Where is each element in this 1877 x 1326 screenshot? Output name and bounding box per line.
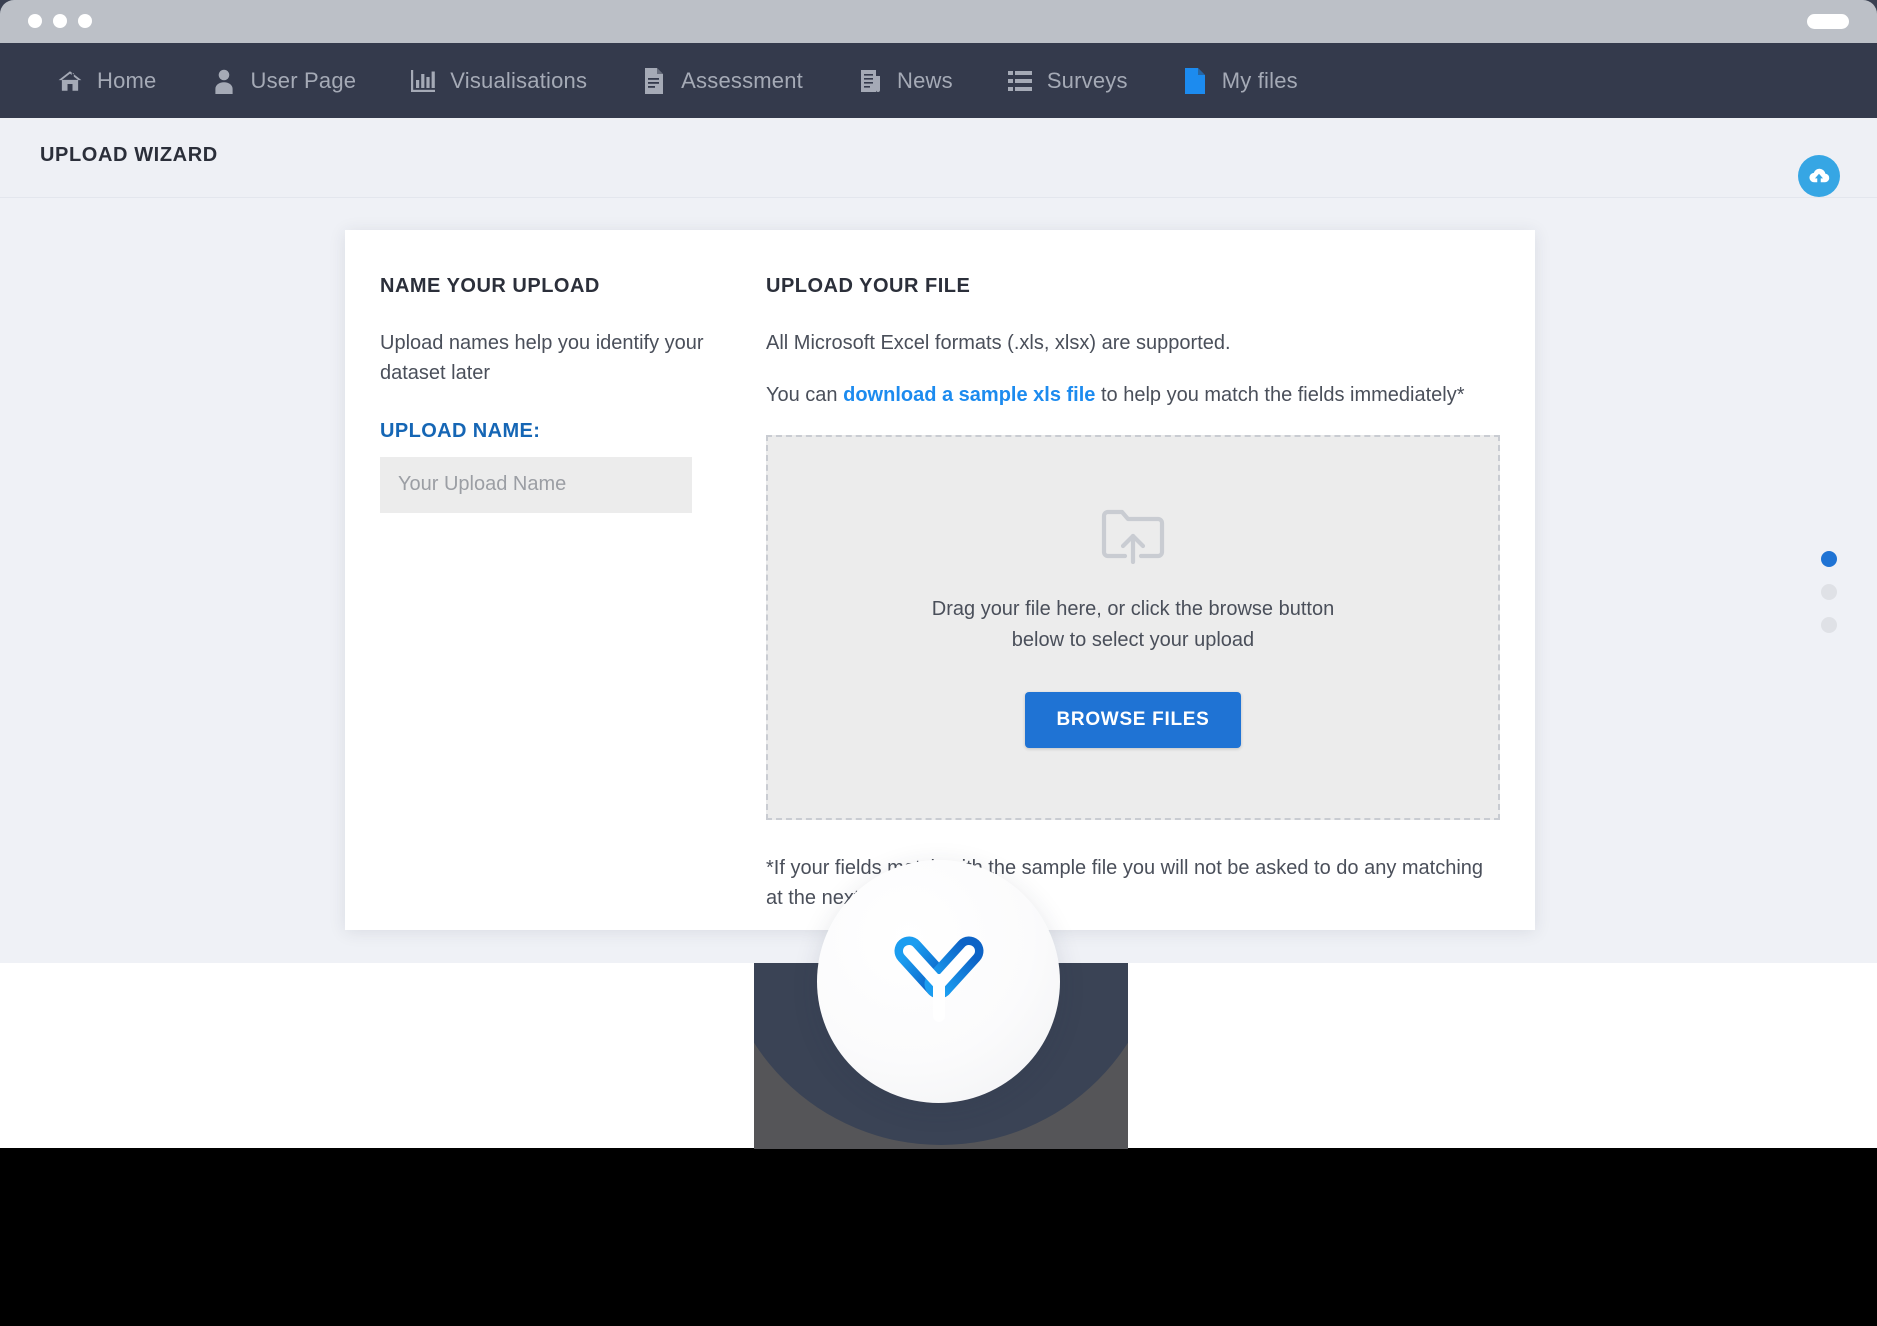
nav-label-user-page: User Page — [250, 67, 357, 93]
nav-label-assessment: Assessment — [681, 67, 803, 93]
nav-item-surveys[interactable]: Surveys — [980, 43, 1155, 118]
upload-wizard-card: NAME YOUR UPLOAD Upload names help you i… — [345, 230, 1535, 930]
y-logo-icon — [881, 924, 997, 1040]
nav-item-news[interactable]: News — [830, 43, 980, 118]
nav-label-news: News — [897, 67, 953, 93]
upload-name-input[interactable] — [380, 456, 692, 513]
window-titlebar — [0, 0, 1877, 43]
document-lines-icon — [641, 67, 667, 94]
nav-label-visualisations: Visualisations — [450, 67, 588, 93]
page-content: NAME YOUR UPLOAD Upload names help you i… — [0, 199, 1877, 963]
pager-dot-1[interactable] — [1821, 551, 1837, 567]
page-title: UPLOAD WIZARD — [40, 144, 218, 166]
screenshot-root: Home User Page Visualisations Assessment — [0, 0, 1877, 1326]
titlebar-menu-pill[interactable] — [1807, 14, 1849, 29]
list-icon — [1007, 68, 1033, 94]
nav-item-assessment[interactable]: Assessment — [614, 43, 830, 118]
bottom-letterbox — [0, 1148, 1877, 1326]
close-button-dot[interactable] — [28, 14, 42, 28]
cloud-upload-icon — [1808, 165, 1830, 187]
bar-chart-icon — [410, 68, 436, 94]
nav-label-home: Home — [97, 67, 157, 93]
nav-label-my-files: My files — [1221, 67, 1298, 93]
traffic-lights — [28, 14, 92, 28]
browse-files-button[interactable]: BROWSE FILES — [1025, 692, 1241, 749]
upload-your-file-panel: UPLOAD YOUR FILE All Microsoft Excel for… — [733, 230, 1535, 930]
nav-item-visualisations[interactable]: Visualisations — [383, 43, 614, 118]
brand-logo-badge — [817, 860, 1060, 1103]
pager-dot-3[interactable] — [1821, 617, 1837, 633]
nav-item-user-page[interactable]: User Page — [184, 43, 384, 118]
main-navigation: Home User Page Visualisations Assessment — [0, 43, 1877, 118]
dropzone-line-1: Drag your file here, or click the browse… — [931, 598, 1335, 621]
page-header-bar: UPLOAD WIZARD — [0, 118, 1877, 198]
titlebar-surface — [0, 0, 1877, 43]
wizard-step-pager — [1821, 551, 1837, 633]
left-panel-title: NAME YOUR UPLOAD — [380, 275, 600, 297]
sample-file-line: You can download a sample xls file to he… — [766, 380, 1500, 410]
user-icon — [211, 68, 237, 94]
nav-item-home[interactable]: Home — [30, 43, 184, 118]
file-icon — [1182, 67, 1208, 94]
name-your-upload-panel: NAME YOUR UPLOAD Upload names help you i… — [345, 230, 733, 930]
nav-label-surveys: Surveys — [1046, 67, 1128, 93]
supported-formats-text: All Microsoft Excel formats (.xls, xlsx)… — [766, 332, 1231, 354]
browser-window: Home User Page Visualisations Assessment — [0, 0, 1877, 963]
home-icon — [57, 68, 83, 94]
dropzone-instructions: Drag your file here, or click the browse… — [932, 594, 1334, 655]
cloud-upload-button[interactable] — [1798, 155, 1840, 197]
download-sample-xls-link[interactable]: download a sample xls file — [843, 384, 1095, 406]
sample-suffix-text: to help you match the fields immediately… — [1095, 384, 1465, 407]
upload-name-label: UPLOAD NAME: — [380, 419, 541, 442]
minimize-button-dot[interactable] — [53, 14, 67, 28]
right-panel-title: UPLOAD YOUR FILE — [766, 275, 971, 297]
folder-upload-icon — [1100, 506, 1166, 565]
sample-prefix-text: You can — [766, 384, 844, 407]
newspaper-icon — [857, 68, 883, 94]
dropzone-line-2: below to select your upload — [1011, 628, 1255, 651]
zoom-button-dot[interactable] — [78, 14, 92, 28]
left-panel-description: Upload names help you identify your data… — [380, 332, 704, 385]
pager-dot-2[interactable] — [1821, 584, 1837, 600]
file-dropzone[interactable]: Drag your file here, or click the browse… — [766, 434, 1500, 820]
nav-item-my-files[interactable]: My files — [1155, 43, 1325, 118]
